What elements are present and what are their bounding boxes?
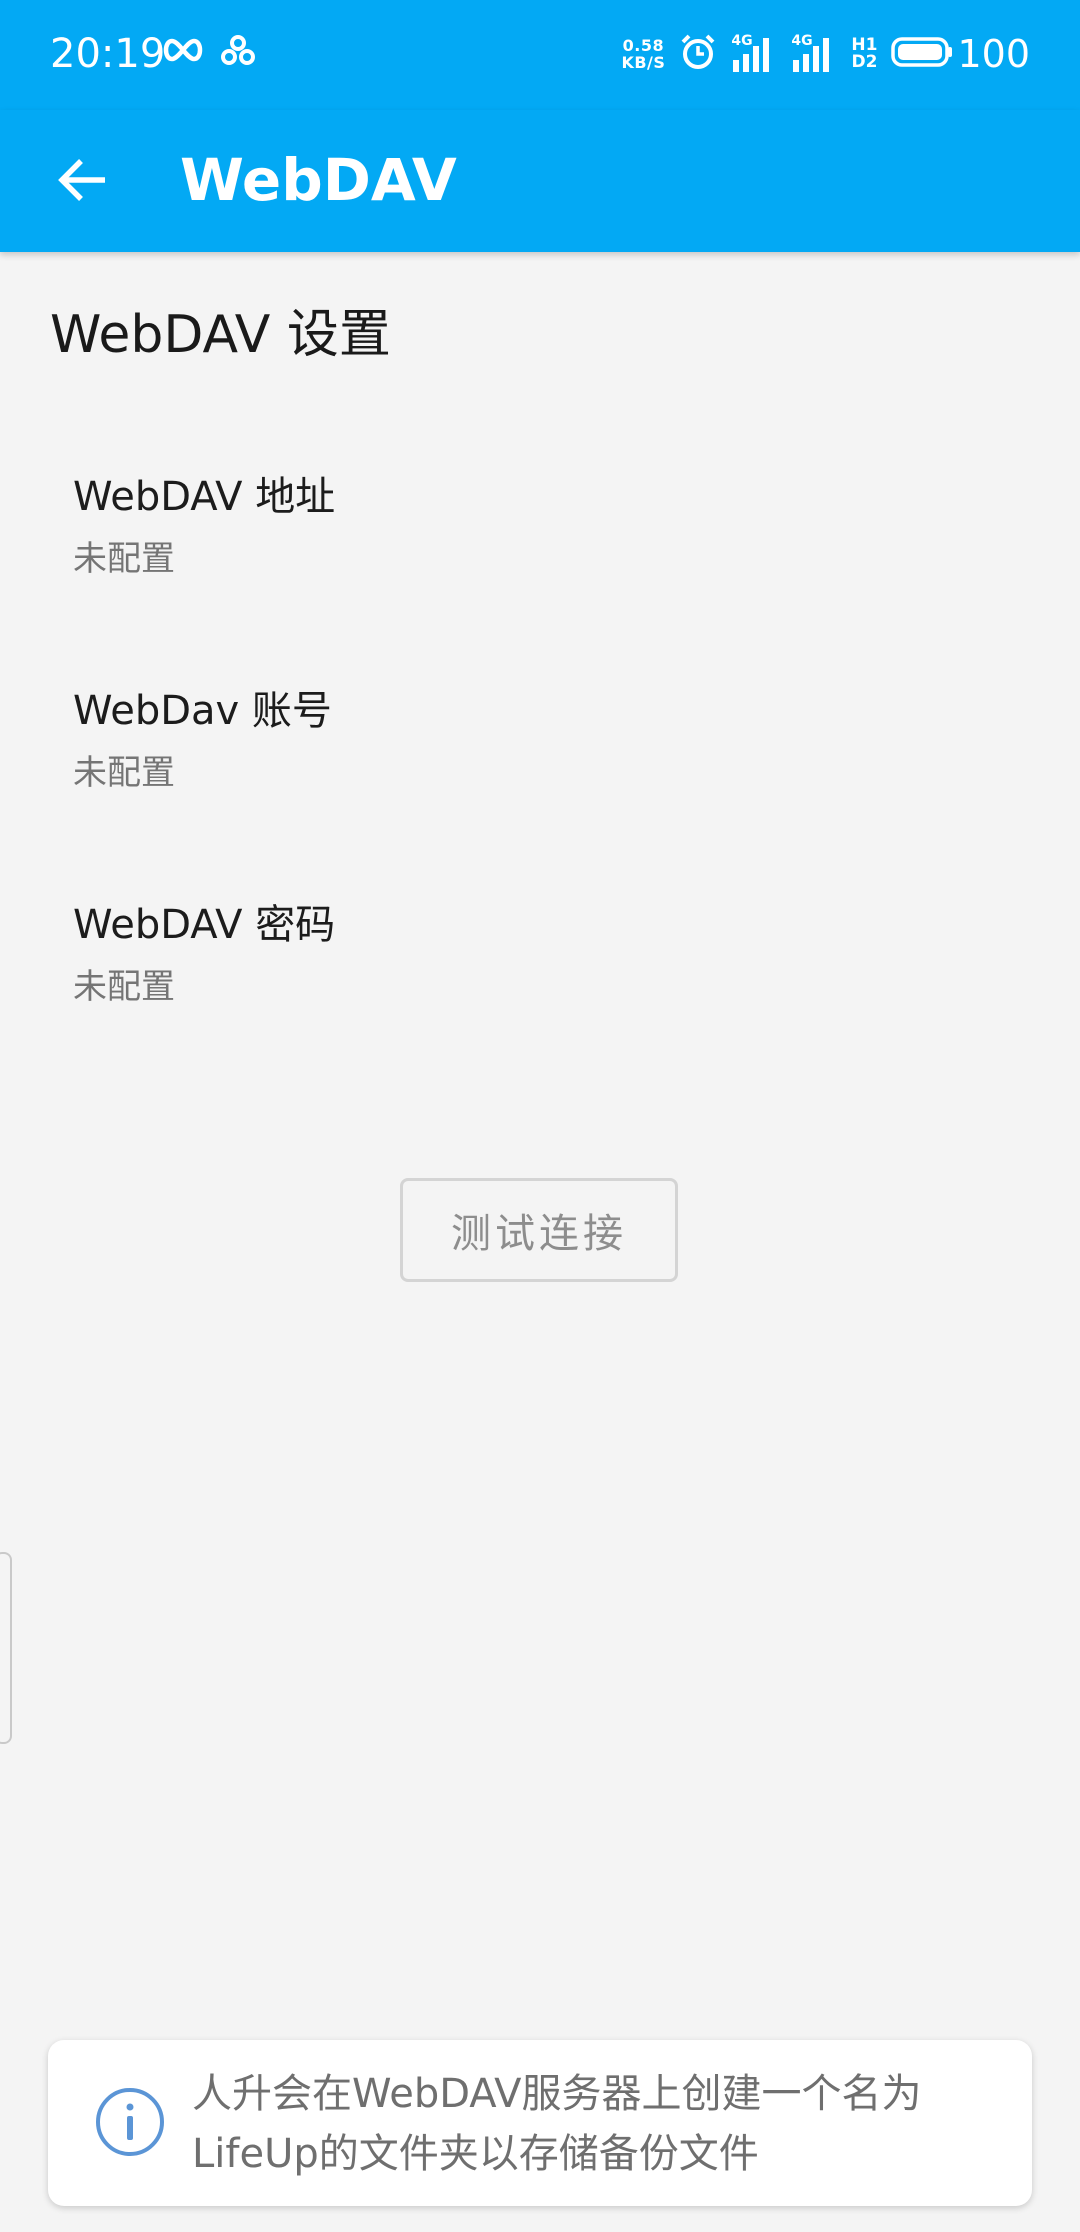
status-left-icons <box>160 34 256 70</box>
test-connection-button[interactable]: 测试连接 <box>400 1178 678 1282</box>
link-icon <box>220 34 256 70</box>
pref-title: WebDav 账号 <box>73 688 332 734</box>
webdav-password-item[interactable]: WebDAV 密码 未配置 <box>0 898 1080 1098</box>
net-speed: 0.58 KB/S <box>621 37 665 71</box>
signal-1: 4G <box>731 34 777 74</box>
pref-title: WebDAV 地址 <box>73 474 336 520</box>
info-icon <box>94 2086 166 2158</box>
arrow-back-icon <box>55 153 109 211</box>
app-bar: WebDAV <box>0 110 1080 252</box>
status-time: 20:19 <box>50 31 166 77</box>
pref-title: WebDAV 密码 <box>73 902 336 948</box>
page-title: WebDAV <box>180 146 457 214</box>
info-card: 人升会在WebDAV服务器上创建一个名为LifeUp的文件夹以存储备份文件 <box>48 2040 1032 2206</box>
battery: 100 <box>891 32 1030 76</box>
back-button[interactable] <box>40 140 124 224</box>
status-right-icons: 0.58 KB/S 4G 4G H1 D2 100 <box>621 26 1030 82</box>
signal-2: 4G <box>791 34 837 74</box>
pref-summary: 未配置 <box>73 539 175 579</box>
hd-bottom: D2 <box>851 52 878 72</box>
battery-level: 100 <box>957 32 1030 76</box>
side-drawer-handle[interactable] <box>0 1552 12 1744</box>
pref-summary: 未配置 <box>73 967 175 1007</box>
webdav-account-item[interactable]: WebDav 账号 未配置 <box>0 684 1080 884</box>
net-speed-unit: KB/S <box>621 53 666 72</box>
net-speed-value: 0.58 <box>622 36 665 55</box>
webdav-address-item[interactable]: WebDAV 地址 未配置 <box>0 470 1080 670</box>
info-text: 人升会在WebDAV服务器上创建一个名为LifeUp的文件夹以存储备份文件 <box>192 2071 922 2177</box>
infinity-icon <box>160 37 206 67</box>
pref-summary: 未配置 <box>73 753 175 793</box>
hd-indicator: H1 D2 <box>851 37 877 71</box>
section-title: WebDAV 设置 <box>50 305 391 365</box>
status-bar: 20:19 0.58 KB/S 4G 4G H1 D2 100 <box>0 0 1080 110</box>
signal-bars-icon <box>793 38 830 72</box>
signal-bars-icon <box>733 38 770 72</box>
battery-icon <box>891 36 953 72</box>
alarm-icon <box>679 33 717 75</box>
screen: 20:19 0.58 KB/S 4G 4G H1 D2 100 WebDAV W… <box>0 0 1080 2232</box>
